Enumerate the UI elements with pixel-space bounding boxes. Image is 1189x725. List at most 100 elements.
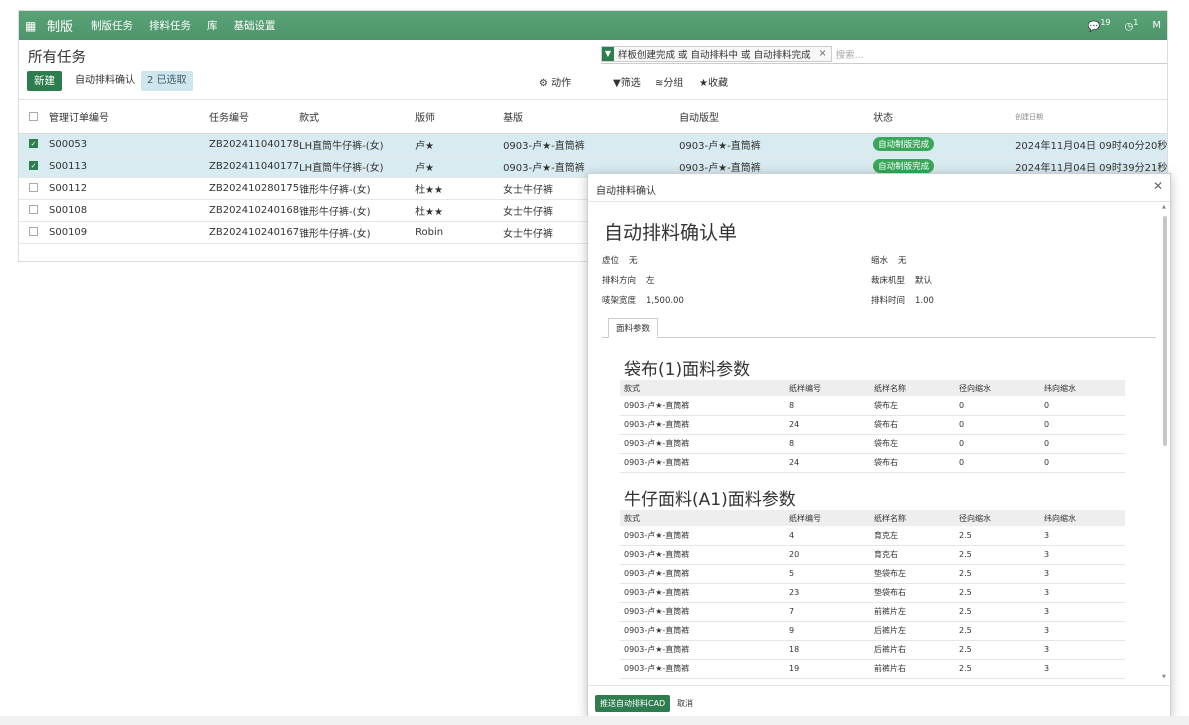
col-created-date[interactable]: 创建日期 — [1015, 101, 1167, 134]
col-status[interactable]: 状态 — [873, 101, 1016, 134]
cell-task-number: ZB202410280175 — [209, 177, 300, 200]
cell-warp-shrink: 2.5 — [955, 526, 1040, 546]
col-pattern-maker[interactable]: 版师 — [415, 101, 504, 134]
search-input[interactable]: 搜索... — [836, 47, 864, 61]
cell-created-date: 2024年11月04日 09时40分20秒 — [1015, 133, 1167, 156]
filter-icon: ▼ — [613, 78, 621, 89]
col-style: 款式 — [620, 380, 785, 396]
table-row: 0903-卢★-直筒裤 19 前裤片右 2.5 3 — [620, 659, 1125, 679]
scroll-up-icon[interactable]: ▲ — [1162, 204, 1166, 210]
table-row: 0903-卢★-直筒裤 5 垫袋布左 2.5 3 — [620, 564, 1125, 584]
cell-pattern-name: 袋布右 — [870, 453, 955, 473]
table-row: 0903-卢★-直筒裤 8 袋布左 0 0 — [620, 434, 1125, 454]
field-label: 缩水 — [871, 256, 889, 266]
chat-icon: 💬 — [1087, 21, 1101, 33]
cell-pattern-maker: 杜★★ — [415, 177, 504, 200]
cell-style: 0903-卢★-直筒裤 — [620, 434, 785, 454]
scroll-down-icon[interactable]: ▼ — [1162, 674, 1166, 680]
user-menu[interactable]: M — [1152, 20, 1161, 31]
cell-pattern-number: 23 — [785, 583, 870, 603]
col-base-pattern[interactable]: 基版 — [503, 101, 680, 134]
field-label: 裁床机型 — [871, 276, 906, 286]
close-icon[interactable]: × — [815, 48, 831, 59]
push-auto-marker-button[interactable]: 推送自动排料CAD — [595, 695, 671, 712]
selected-count-badge[interactable]: 2 已选取 — [141, 71, 193, 91]
nav-item-library[interactable]: 库 — [207, 18, 218, 33]
row-select-cell[interactable]: ✓ — [19, 133, 49, 156]
select-all-cell[interactable] — [19, 101, 49, 134]
field-shrink: 缩水无 — [871, 254, 907, 266]
cell-weft-shrink: 3 — [1040, 659, 1125, 679]
row-select-cell[interactable] — [19, 221, 49, 244]
cell-weft-shrink: 3 — [1040, 526, 1125, 546]
cell-base-pattern: 0903-卢★-直筒裤 — [503, 133, 680, 156]
cell-order-number: S00113 — [49, 155, 209, 178]
field-marker-time: 排料时间 1.00 — [871, 294, 934, 306]
table-row: 0903-卢★-直筒裤 20 育克右 2.5 3 — [620, 545, 1125, 565]
navbar-right: 💬19 ◷1 M — [1088, 18, 1161, 32]
dialog-scrollbar[interactable]: ▲ ▼ — [1162, 180, 1168, 690]
cell-pattern-name: 前裤片右 — [870, 659, 955, 679]
col-style[interactable]: 款式 — [299, 101, 416, 134]
app-brand[interactable]: 制版 — [47, 16, 73, 35]
cell-pattern-maker: 杜★★ — [415, 199, 504, 222]
filter-menu[interactable]: ▼筛选 — [613, 74, 641, 89]
select-all-checkbox[interactable] — [29, 111, 38, 121]
nav-item-marker-tasks[interactable]: 排料任务 — [149, 18, 191, 33]
row-checkbox[interactable]: ✓ — [29, 161, 38, 170]
cell-pattern-name: 育克左 — [870, 526, 955, 546]
dialog-footer: 推送自动排料CAD 取消 — [588, 685, 1172, 719]
dialog-body: 自动排料确认单 虚位无 缩水无 排料方向左 裁床机型 默认 唛架宽度 1,500.0… — [588, 203, 1172, 685]
apps-grid-icon[interactable]: ▦ — [25, 19, 47, 33]
row-checkbox[interactable]: ✓ — [29, 139, 38, 148]
row-checkbox[interactable] — [29, 205, 38, 214]
scrollbar-thumb[interactable] — [1163, 216, 1167, 446]
messages-button[interactable]: 💬19 — [1088, 18, 1111, 32]
group-menu[interactable]: ≋分组 — [655, 74, 683, 89]
row-select-cell[interactable]: ✓ — [19, 155, 49, 178]
auto-confirm-button[interactable]: 自动排料确认 — [69, 71, 141, 91]
new-button[interactable]: 新建 — [27, 71, 62, 91]
cell-style: 锥形牛仔裤-(女) — [299, 177, 416, 200]
section-title-denim-fabric: 牛仔面料(A1)面料参数 — [624, 490, 796, 510]
cell-pattern-name: 垫袋布右 — [870, 583, 955, 603]
cell-order-number: S00108 — [49, 199, 209, 222]
table-row: 0903-卢★-直筒裤 24 袋布右 0 0 — [620, 453, 1125, 473]
cell-style: 锥形牛仔裤-(女) — [299, 199, 416, 222]
cell-auto-pattern: 0903-卢★-直筒裤 — [679, 133, 874, 156]
cell-warp-shrink: 0 — [955, 396, 1040, 416]
field-marker-width: 唛架宽度 1,500.00 — [602, 294, 684, 306]
cell-warp-shrink: 2.5 — [955, 621, 1040, 641]
nav-item-settings[interactable]: 基础设置 — [234, 18, 276, 33]
cell-pattern-name: 前裤片左 — [870, 602, 955, 622]
dialog-title: 自动排料确认 — [596, 186, 656, 197]
filter-label: 筛选 — [620, 78, 641, 89]
nav-item-design-tasks[interactable]: 制版任务 — [91, 18, 133, 33]
col-task-number[interactable]: 任务编号 — [209, 101, 300, 134]
cell-task-number: ZB202410240167 — [209, 221, 300, 244]
row-select-cell[interactable] — [19, 177, 49, 200]
favorite-menu[interactable]: ★收藏 — [699, 74, 728, 89]
row-checkbox[interactable] — [29, 227, 38, 236]
cell-style: 0903-卢★-直筒裤 — [620, 415, 785, 435]
search-facet[interactable]: ▼ 样板创建完成 或 自动排料中 或 自动排料完成 × — [601, 45, 832, 62]
action-menu[interactable]: ⚙ 动作 — [539, 74, 571, 89]
cancel-button[interactable]: 取消 — [677, 695, 693, 712]
status-badge: 自动制版完成 — [873, 137, 935, 151]
row-select-cell[interactable] — [19, 199, 49, 222]
pocket-fabric-table: 款式 纸样编号 纸样名称 径向缩水 纬向缩水 0903-卢★-直筒裤 8 袋布左 0 0… — [620, 380, 1125, 473]
cell-warp-shrink: 0 — [955, 415, 1040, 435]
cell-pattern-name: 育克右 — [870, 545, 955, 565]
col-auto-pattern[interactable]: 自动版型 — [679, 101, 874, 134]
cell-style: 0903-卢★-直筒裤 — [620, 602, 785, 622]
activity-button[interactable]: ◷1 — [1125, 18, 1139, 32]
cell-status: 自动制版完成 — [873, 133, 1016, 156]
cell-style: 0903-卢★-直筒裤 — [620, 564, 785, 584]
denim-fabric-table: 款式 纸样编号 纸样名称 径向缩水 纬向缩水 0903-卢★-直筒裤 4 育克左 2.… — [620, 510, 1125, 679]
field-value: 无 — [898, 256, 907, 266]
cell-pattern-name: 袋布左 — [870, 396, 955, 416]
col-order-number[interactable]: 管理订单编号 — [49, 101, 209, 134]
table-row[interactable]: ✓ S00053 ZB202411040178 LH直筒牛仔裤-(女) 卢★ 0903-卢… — [19, 133, 1167, 156]
tab-fabric-params[interactable]: 面料参数 — [608, 318, 659, 338]
row-checkbox[interactable] — [29, 183, 38, 192]
